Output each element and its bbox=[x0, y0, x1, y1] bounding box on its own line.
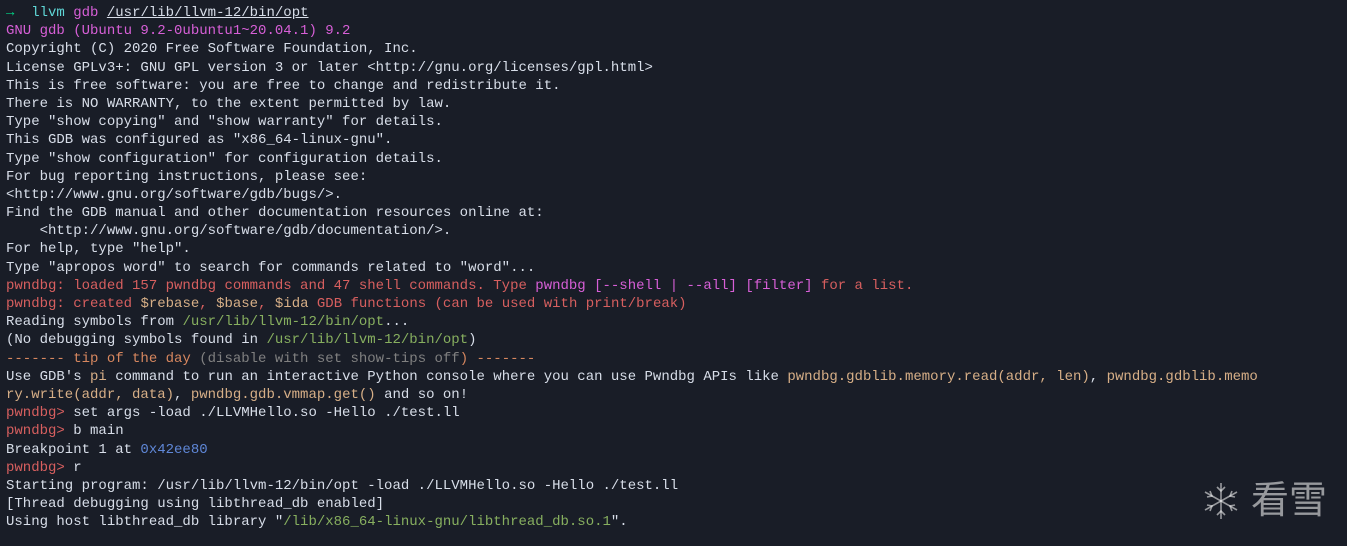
pwndbg-filter: pwndbg [--shell | --all] [filter] bbox=[535, 278, 812, 294]
api-memwrite-b: ry.write(addr, data) bbox=[6, 387, 174, 403]
prompt-arrow: → bbox=[6, 5, 14, 21]
copyright-9: Find the GDB manual and other documentat… bbox=[6, 204, 1341, 222]
copyright-10: <http://www.gnu.org/software/gdb/documen… bbox=[6, 222, 1341, 240]
base-fn: $base bbox=[216, 296, 258, 312]
prompt-line: → llvm gdb /usr/lib/llvm-12/bin/opt bbox=[6, 4, 1341, 22]
copyright-8: <http://www.gnu.org/software/gdb/bugs/>. bbox=[6, 186, 1341, 204]
tip-disable-cmd: set show-tips off bbox=[317, 351, 460, 367]
copyright-5: This GDB was configured as "x86_64-linux… bbox=[6, 131, 1341, 149]
pwndbg-prompt: pwndbg> bbox=[6, 423, 65, 439]
nodebug-path: /usr/lib/llvm-12/bin/opt bbox=[266, 332, 468, 348]
pwndbg-created: pwndbg: created $rebase, $base, $ida GDB… bbox=[6, 295, 1341, 313]
prompt-path: /usr/lib/llvm-12/bin/opt bbox=[107, 5, 309, 21]
host-lib: Using host libthread_db library "/lib/x8… bbox=[6, 513, 1341, 531]
pwndbg-loaded-text: loaded 157 pwndbg commands and 47 shell … bbox=[65, 278, 535, 294]
copyright-12: For help, type "help". bbox=[6, 240, 1341, 258]
pwndbg-label: pwndbg: bbox=[6, 296, 65, 312]
pwndbg-loaded-end: for a list. bbox=[813, 278, 914, 294]
copyright-4: Type "show copying" and "show warranty" … bbox=[6, 113, 1341, 131]
thread-debug: [Thread debugging using libthread_db ena… bbox=[6, 495, 1341, 513]
ida-fn: $ida bbox=[275, 296, 309, 312]
pi-cmd: pi bbox=[90, 369, 107, 385]
cmd-run: pwndbg> r bbox=[6, 459, 1341, 477]
copyright-1: License GPLv3+: GNU GPL version 3 or lat… bbox=[6, 59, 1341, 77]
copyright-6: Type "show configuration" for configurat… bbox=[6, 150, 1341, 168]
tip-label: tip of the day bbox=[73, 351, 191, 367]
rebase-fn: $rebase bbox=[140, 296, 199, 312]
copyright-2: This is free software: you are free to c… bbox=[6, 77, 1341, 95]
cmd-setargs: pwndbg> set args -load ./LLVMHello.so -H… bbox=[6, 404, 1341, 422]
copyright-0: Copyright (C) 2020 Free Software Foundat… bbox=[6, 40, 1341, 58]
copyright-13: Type "apropos word" to search for comman… bbox=[6, 259, 1341, 277]
prompt-cmd2: gdb bbox=[73, 5, 98, 21]
api-vmmap: pwndbg.gdb.vmmap.get() bbox=[191, 387, 376, 403]
libthread-path: /lib/x86_64-linux-gnu/libthread_db.so.1 bbox=[283, 514, 611, 530]
reading-symbols: Reading symbols from /usr/lib/llvm-12/bi… bbox=[6, 313, 1341, 331]
breakpoint-addr: 0x42ee80 bbox=[140, 442, 207, 458]
tip-body-2: ry.write(addr, data), pwndbg.gdb.vmmap.g… bbox=[6, 386, 1341, 404]
symbols-path: /usr/lib/llvm-12/bin/opt bbox=[182, 314, 384, 330]
api-memwrite-a: pwndbg.gdblib.memo bbox=[1107, 369, 1258, 385]
pwndbg-prompt: pwndbg> bbox=[6, 460, 65, 476]
terminal-output[interactable]: → llvm gdb /usr/lib/llvm-12/bin/opt GNU … bbox=[6, 4, 1341, 531]
gdb-banner: GNU gdb (Ubuntu 9.2-0ubuntu1~20.04.1) 9.… bbox=[6, 22, 1341, 40]
tip-header: ------- tip of the day (disable with set… bbox=[6, 350, 1341, 368]
copyright-3: There is NO WARRANTY, to the extent perm… bbox=[6, 95, 1341, 113]
copyright-7: For bug reporting instructions, please s… bbox=[6, 168, 1341, 186]
no-debug-symbols: (No debugging symbols found in /usr/lib/… bbox=[6, 331, 1341, 349]
api-memread: pwndbg.gdblib.memory.read(addr, len) bbox=[787, 369, 1089, 385]
pwndbg-prompt: pwndbg> bbox=[6, 405, 65, 421]
tip-body-1: Use GDB's pi command to run an interacti… bbox=[6, 368, 1341, 386]
starting-program: Starting program: /usr/lib/llvm-12/bin/o… bbox=[6, 477, 1341, 495]
prompt-cmd1: llvm bbox=[31, 5, 65, 21]
pwndbg-loaded: pwndbg: loaded 157 pwndbg commands and 4… bbox=[6, 277, 1341, 295]
breakpoint-line: Breakpoint 1 at 0x42ee80 bbox=[6, 441, 1341, 459]
pwndbg-label: pwndbg: bbox=[6, 278, 65, 294]
cmd-bmain: pwndbg> b main bbox=[6, 422, 1341, 440]
